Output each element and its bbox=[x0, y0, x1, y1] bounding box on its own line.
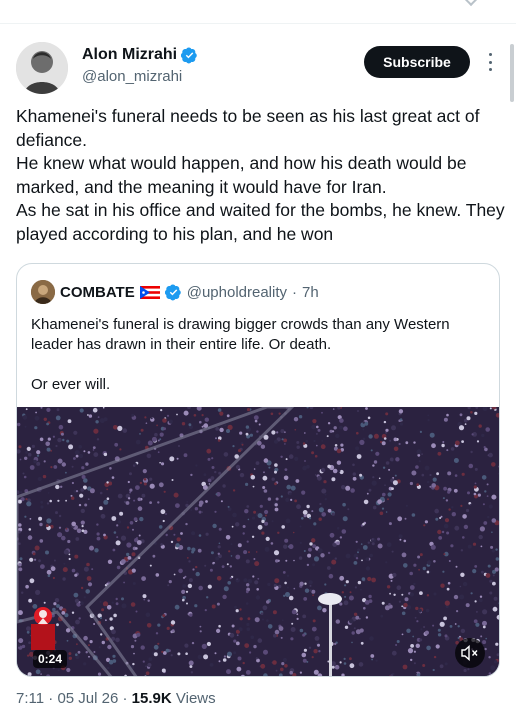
author-name-row[interactable]: Alon Mizrahi bbox=[82, 46, 198, 64]
subscribe-button[interactable]: Subscribe bbox=[364, 46, 470, 78]
separator-dot: · bbox=[122, 690, 128, 707]
author-handle[interactable]: @alon_mizrahi bbox=[82, 68, 182, 85]
post-text-line: Khamenei's funeral needs to be seen as h… bbox=[16, 106, 480, 150]
author-name[interactable]: Alon Mizrahi bbox=[82, 46, 177, 64]
author-avatar[interactable] bbox=[16, 42, 68, 94]
quoted-author-name[interactable]: COMBATE bbox=[60, 284, 135, 301]
quoted-post-age[interactable]: 7h bbox=[302, 284, 319, 301]
post-date[interactable]: 05 Jul 26 bbox=[57, 690, 118, 707]
post-text-line: He knew what would happen, and how his d… bbox=[16, 153, 467, 197]
quoted-paragraph: Or ever will. bbox=[31, 376, 111, 393]
quoted-post-text: Khamenei's funeral is drawing bigger cro… bbox=[31, 315, 491, 415]
previous-post-edge bbox=[0, 0, 516, 24]
muted-speaker-icon[interactable] bbox=[455, 638, 485, 668]
views-label: Views bbox=[175, 690, 216, 707]
quoted-post[interactable]: COMBATE @upholdreality · 7h Khamenei's f… bbox=[16, 263, 500, 677]
quoted-author-avatar[interactable] bbox=[31, 280, 55, 304]
chevron-down-icon bbox=[463, 0, 479, 7]
quoted-author-handle[interactable]: @upholdreality bbox=[187, 284, 287, 301]
channel-logo-watermark bbox=[31, 607, 55, 650]
verified-badge-icon bbox=[181, 47, 197, 63]
quoted-paragraph: Khamenei's funeral is drawing bigger cro… bbox=[31, 316, 450, 353]
post-time[interactable]: 7:11 bbox=[16, 690, 44, 707]
post-header: Alon Mizrahi @alon_mizrahi Subscribe bbox=[16, 38, 500, 94]
separator-dot: · bbox=[292, 283, 298, 301]
video-duration: 0:24 bbox=[33, 650, 68, 668]
quoted-post-header: COMBATE @upholdreality · 7h bbox=[31, 280, 319, 304]
puerto-rico-flag-icon bbox=[139, 285, 160, 299]
more-options-icon[interactable] bbox=[484, 50, 496, 74]
post-meta: 7:11 · 05 Jul 26 · 15.9K Views bbox=[16, 690, 216, 707]
views-count[interactable]: 15.9K bbox=[132, 690, 172, 707]
crowd-video-frame bbox=[17, 407, 499, 676]
separator-dot: · bbox=[48, 690, 54, 707]
post-text-line: As he sat in his office and waited for t… bbox=[16, 200, 505, 244]
video-player[interactable]: 0:24 bbox=[17, 407, 499, 676]
post-text: Khamenei's funeral needs to be seen as h… bbox=[16, 105, 506, 246]
scrollbar[interactable] bbox=[510, 44, 514, 102]
verified-badge-icon bbox=[164, 284, 181, 300]
